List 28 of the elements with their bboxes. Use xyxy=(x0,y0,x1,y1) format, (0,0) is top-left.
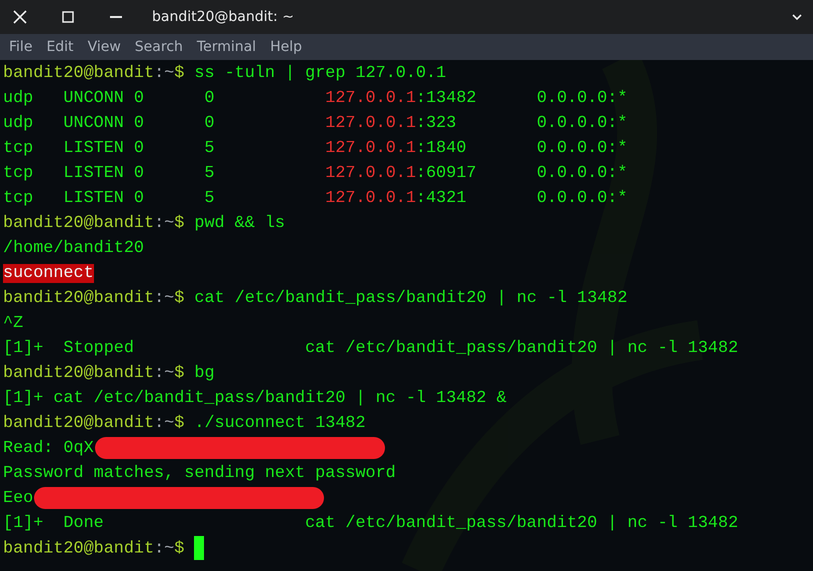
terminal-line: tcp LISTEN 0 5 127.0.0.1:60917 0.0.0.0:* xyxy=(2,163,628,185)
terminal-line: bandit20@bandit:~$ ss -tuln | grep 127.0.0.1 xyxy=(2,63,446,85)
maximize-icon xyxy=(62,11,74,23)
terminal-line: bandit20@bandit:~$ bg xyxy=(2,363,215,385)
menu-item[interactable]: Terminal xyxy=(192,36,262,58)
terminal-line: bandit20@bandit:~$ xyxy=(0,536,204,561)
terminal-line: udp UNCONN 0 0 127.0.0.1:13482 0.0.0.0:* xyxy=(2,88,628,110)
terminal-line: tcp LISTEN 0 5 127.0.0.1:1840 0.0.0.0:* xyxy=(2,138,628,160)
terminal-line: tcp LISTEN 0 5 127.0.0.1:4321 0.0.0.0:* xyxy=(2,188,628,210)
menu-item[interactable]: File xyxy=(4,36,38,58)
minimize-icon xyxy=(110,16,122,18)
window-title: bandit20@bandit: ~ xyxy=(152,8,294,26)
chevron-down-icon xyxy=(792,14,802,20)
terminal-line: [1]+ cat /etc/bandit_pass/bandit20 | nc -l 13482 & xyxy=(2,388,507,410)
terminal-line: [1]+ Stopped cat /etc/bandit_pass/bandit20 | nc -l 13482 xyxy=(2,338,738,360)
terminal-line: bandit20@bandit:~$ pwd && ls xyxy=(2,213,286,235)
menu-item[interactable]: Search xyxy=(130,36,188,58)
close-icon xyxy=(13,10,27,24)
menu-item[interactable]: View xyxy=(82,36,126,58)
terminal-line: bandit20@bandit:~$ ./suconnect 13482 xyxy=(2,413,366,435)
terminal-line: /home/bandit20 xyxy=(2,238,144,260)
terminal-line: Password matches, sending next password xyxy=(2,463,396,485)
menu-item[interactable]: Help xyxy=(265,36,307,58)
terminal-line: ^Z xyxy=(2,313,24,335)
terminal-line: bandit20@bandit:~$ cat /etc/bandit_pass/bandit20 | nc -l 13482 xyxy=(2,288,628,310)
terminal-line: udp UNCONN 0 0 127.0.0.1:323 0.0.0.0:* xyxy=(2,113,628,135)
terminal-line: [1]+ Done cat /etc/bandit_pass/bandit20 | nc -l 13482 xyxy=(2,513,738,535)
menu-item[interactable]: Edit xyxy=(41,36,79,58)
